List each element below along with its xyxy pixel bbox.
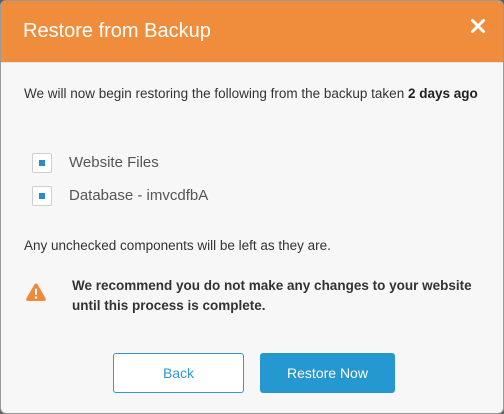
back-button[interactable]: Back <box>113 353 244 393</box>
website-files-checkbox[interactable] <box>32 153 52 173</box>
database-label: Database - imvcdfbA <box>69 187 209 204</box>
restore-now-button[interactable]: Restore Now <box>260 353 395 393</box>
backup-age: 2 days ago <box>407 86 478 101</box>
checkbox-checked-mark <box>39 193 45 199</box>
close-icon <box>471 19 485 33</box>
restore-backup-dialog: Restore from Backup We will now begin re… <box>0 0 504 414</box>
checkbox-checked-mark <box>39 160 45 166</box>
website-files-label: Website Files <box>69 154 159 171</box>
dialog-header: Restore from Backup <box>1 1 503 62</box>
database-checkbox[interactable] <box>32 186 52 206</box>
unchecked-note: Any unchecked components will be left as… <box>24 238 331 253</box>
close-button[interactable] <box>467 15 489 37</box>
warning-icon <box>26 283 46 301</box>
intro-text: We will now begin restoring the followin… <box>24 83 484 104</box>
header-divider <box>1 62 503 63</box>
warning-text: We recommend you do not make any changes… <box>72 278 472 313</box>
dialog-title: Restore from Backup <box>23 20 211 42</box>
intro-message: We will now begin restoring the followin… <box>24 86 408 101</box>
